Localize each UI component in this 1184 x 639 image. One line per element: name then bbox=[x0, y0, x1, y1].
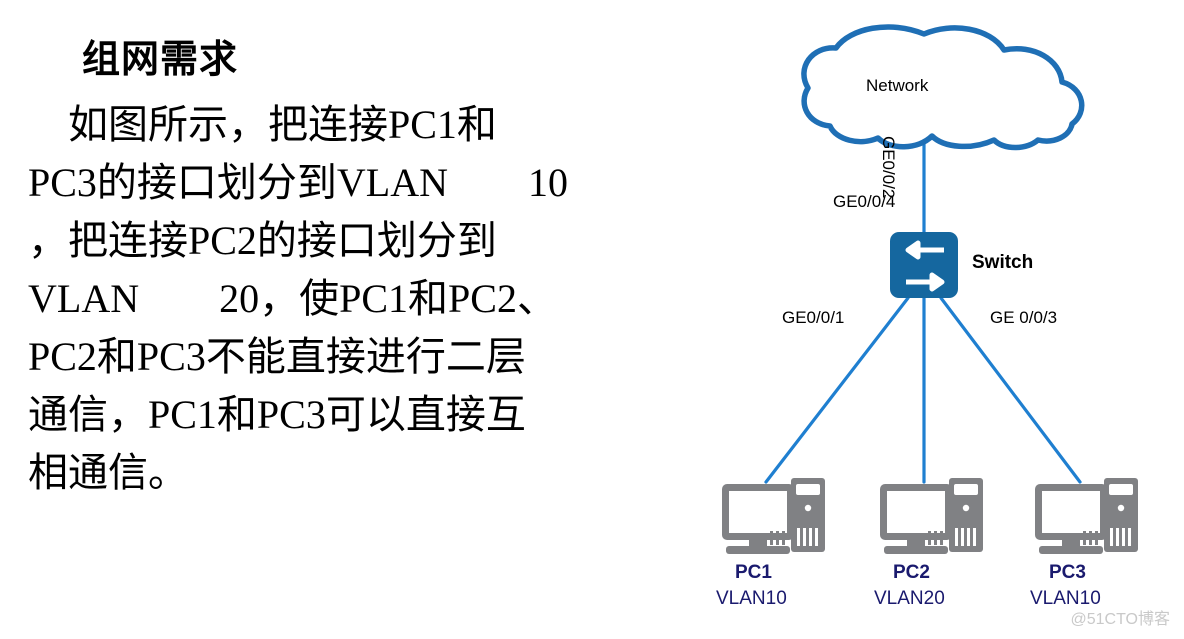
paragraph-line: 如图所示，把连接PC1和 bbox=[28, 102, 497, 147]
paragraph-line: PC3的接口划分到VLAN 10 bbox=[28, 160, 569, 205]
switch-label: Switch bbox=[972, 252, 1034, 273]
network-topology-diagram: Network GE0/0/4 GE0/0/1 GE0/0/2 GE 0/0/3… bbox=[660, 0, 1184, 639]
paragraph-line: ，把连接PC2的接口划分到 bbox=[28, 218, 497, 263]
pc3-icon bbox=[1035, 478, 1138, 554]
pc3-name-label: PC3 bbox=[1049, 562, 1086, 583]
pc2-name-label: PC2 bbox=[893, 562, 930, 583]
body-paragraph: 如图所示，把连接PC1和 PC3的接口划分到VLAN 10 ，把连接PC2的接口… bbox=[28, 96, 658, 502]
cloud-label: Network bbox=[866, 76, 929, 95]
port-label-ge0-0-1: GE0/0/1 bbox=[782, 308, 845, 327]
port-label-ge0-0-2: GE0/0/2 bbox=[879, 136, 898, 199]
slide-canvas: 组网需求 如图所示，把连接PC1和 PC3的接口划分到VLAN 10 ，把连接P… bbox=[0, 0, 1184, 639]
port-label-ge0-0-3: GE 0/0/3 bbox=[990, 308, 1058, 327]
cloud-icon bbox=[801, 24, 1085, 151]
page-title: 组网需求 bbox=[82, 39, 239, 81]
paragraph-line: PC2和PC3不能直接进行二层 bbox=[28, 334, 526, 379]
pc2-icon bbox=[880, 478, 983, 554]
paragraph-line: 通信，PC1和PC3可以直接互 bbox=[28, 392, 526, 437]
pc1-vlan-label: VLAN10 bbox=[716, 588, 787, 609]
paragraph-line: VLAN 20，使PC1和PC2、 bbox=[28, 276, 557, 321]
pc2-vlan-label: VLAN20 bbox=[874, 588, 945, 609]
pc1-icon bbox=[722, 478, 825, 554]
paragraph-line: 相通信。 bbox=[28, 450, 188, 495]
switch-icon bbox=[890, 232, 958, 298]
text-panel: 组网需求 如图所示，把连接PC1和 PC3的接口划分到VLAN 10 ，把连接P… bbox=[0, 0, 660, 639]
watermark-label: @51CTO博客 bbox=[1070, 611, 1170, 628]
pc1-name-label: PC1 bbox=[735, 562, 772, 583]
